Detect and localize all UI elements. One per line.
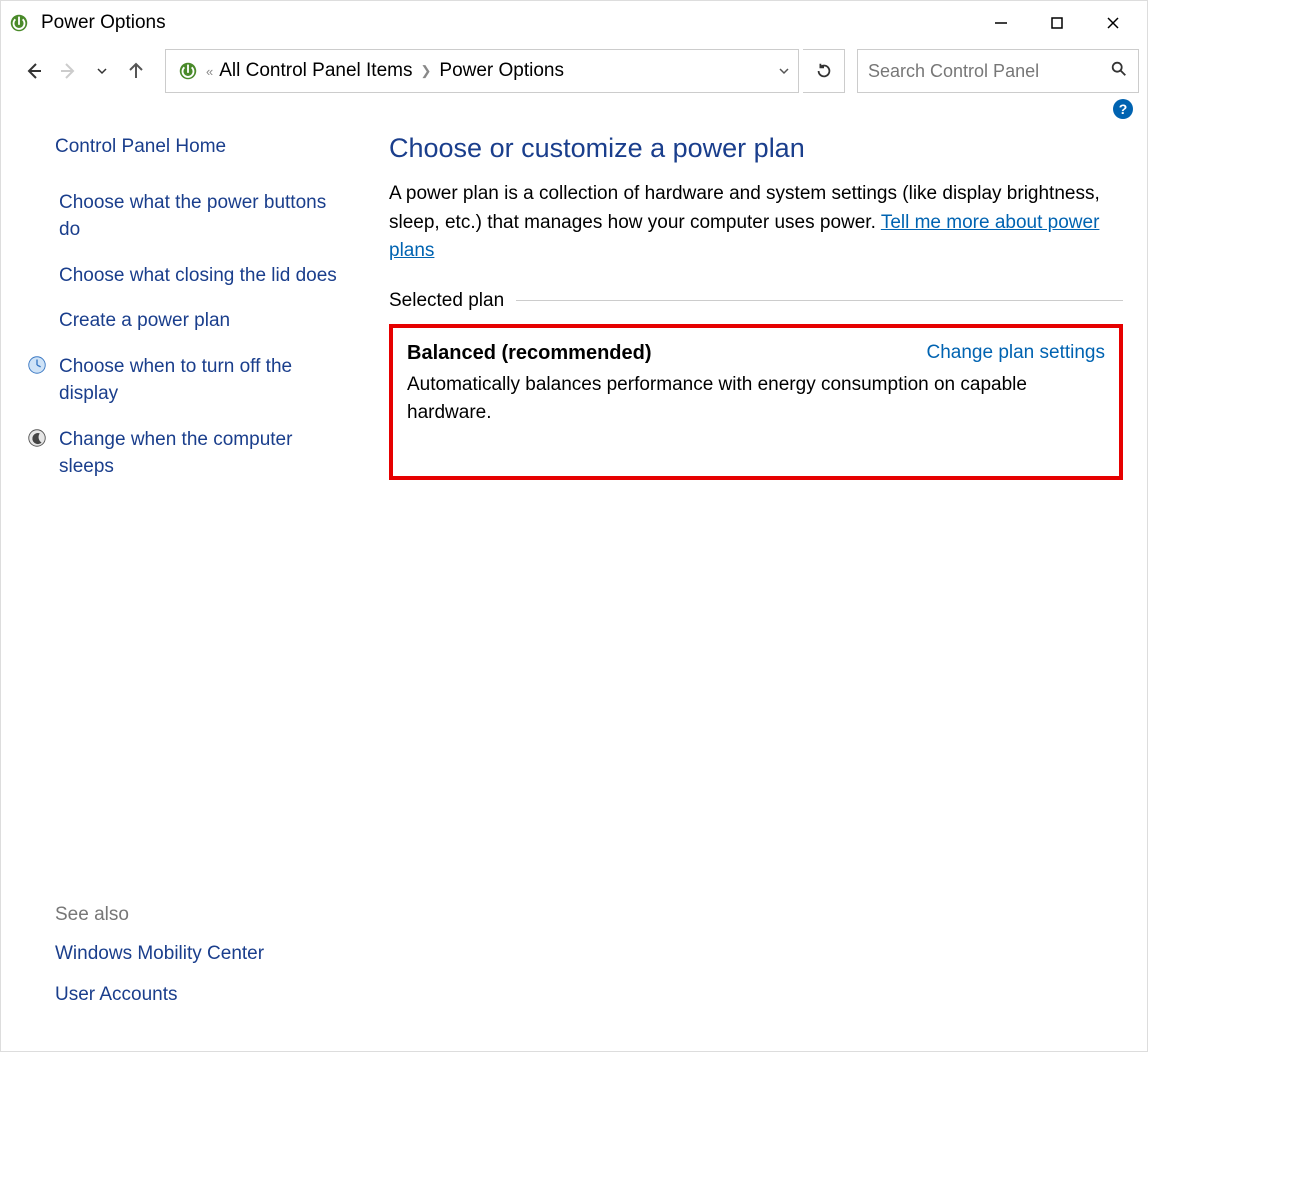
sidebar-item-create-plan[interactable]: Create a power plan	[25, 307, 341, 335]
shield-clock-icon	[25, 353, 49, 377]
sidebar: Control Panel Home Choose what the power…	[15, 127, 365, 1051]
power-options-icon	[7, 11, 31, 35]
window-title: Power Options	[41, 12, 166, 34]
titlebar: Power Options	[1, 1, 1147, 45]
section-label: Selected plan	[389, 290, 504, 312]
sidebar-link-label: Choose when to turn off the display	[59, 353, 341, 408]
search-icon[interactable]	[1110, 60, 1128, 83]
up-button[interactable]	[121, 56, 151, 86]
see-also-mobility-center[interactable]: Windows Mobility Center	[55, 940, 341, 968]
page-heading: Choose or customize a power plan	[389, 133, 1123, 164]
shield-moon-icon	[25, 426, 49, 450]
page-description: A power plan is a collection of hardware…	[389, 180, 1123, 266]
breadcrumb-overflow-icon[interactable]: «	[206, 64, 213, 79]
control-panel-home-link[interactable]: Control Panel Home	[55, 133, 341, 161]
location-icon	[172, 60, 204, 82]
divider	[516, 300, 1123, 301]
change-plan-settings-link[interactable]: Change plan settings	[926, 342, 1105, 364]
forward-button[interactable]	[53, 56, 83, 86]
selected-plan-highlight: Balanced (recommended) Change plan setti…	[389, 324, 1123, 480]
back-button[interactable]	[19, 56, 49, 86]
sidebar-link-group: Choose what the power buttons do Choose …	[55, 189, 341, 481]
navigation-bar: « All Control Panel Items ❯ Power Option…	[1, 45, 1147, 97]
close-button[interactable]	[1085, 5, 1141, 41]
breadcrumb-item-all-control-panel[interactable]: All Control Panel Items	[219, 60, 412, 82]
plan-name: Balanced (recommended)	[407, 342, 652, 365]
content-body: Control Panel Home Choose what the power…	[1, 127, 1147, 1051]
address-dropdown[interactable]	[770, 65, 798, 77]
help-icon[interactable]: ?	[1113, 99, 1133, 119]
sidebar-link-label: Choose what the power buttons do	[59, 189, 341, 244]
see-also-label: See also	[55, 904, 341, 926]
see-also-user-accounts[interactable]: User Accounts	[55, 981, 341, 1009]
breadcrumb: All Control Panel Items ❯ Power Options	[219, 60, 770, 82]
control-panel-window: Power Options	[0, 0, 1148, 1052]
sidebar-link-label: Change when the computer sleeps	[59, 426, 341, 481]
minimize-button[interactable]	[973, 5, 1029, 41]
refresh-button[interactable]	[803, 49, 845, 93]
breadcrumb-item-power-options[interactable]: Power Options	[439, 60, 564, 82]
search-input[interactable]	[868, 61, 1110, 82]
sidebar-link-label: Choose what closing the lid does	[59, 262, 337, 290]
sidebar-item-display-off[interactable]: Choose when to turn off the display	[25, 353, 341, 408]
plan-row: Balanced (recommended) Change plan setti…	[407, 342, 1105, 365]
help-row: ?	[1, 97, 1147, 127]
main-content: Choose or customize a power plan A power…	[365, 127, 1133, 1051]
see-also-section: See also Windows Mobility Center User Ac…	[55, 904, 341, 1041]
search-box[interactable]	[857, 49, 1139, 93]
sidebar-item-closing-lid[interactable]: Choose what closing the lid does	[25, 262, 341, 290]
sidebar-item-computer-sleeps[interactable]: Change when the computer sleeps	[25, 426, 341, 481]
section-header: Selected plan	[389, 290, 1123, 312]
window-controls	[973, 5, 1141, 41]
address-bar[interactable]: « All Control Panel Items ❯ Power Option…	[165, 49, 799, 93]
maximize-button[interactable]	[1029, 5, 1085, 41]
recent-locations-dropdown[interactable]	[87, 56, 117, 86]
sidebar-link-label: Create a power plan	[59, 307, 230, 335]
plan-description: Automatically balances performance with …	[407, 371, 1105, 428]
sidebar-item-power-buttons[interactable]: Choose what the power buttons do	[25, 189, 341, 244]
chevron-right-icon[interactable]: ❯	[418, 63, 433, 79]
